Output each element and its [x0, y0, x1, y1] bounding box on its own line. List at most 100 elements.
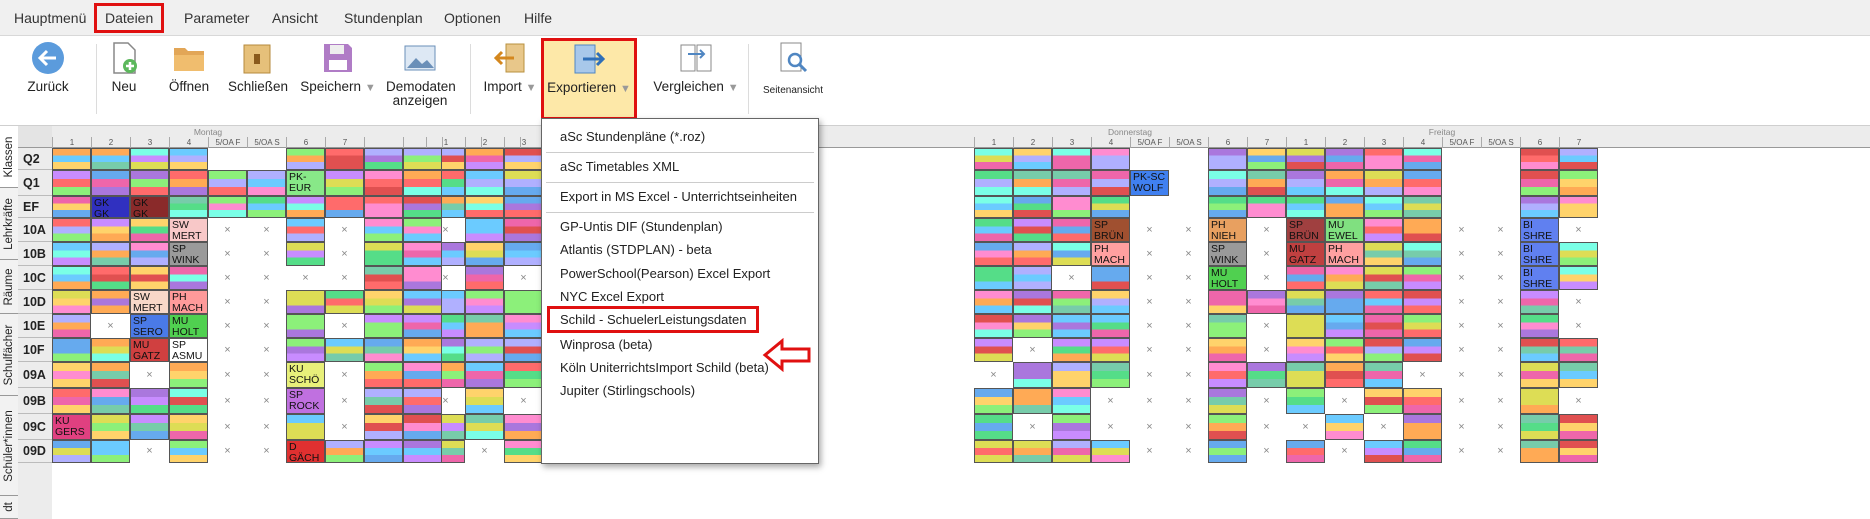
lesson-cell[interactable] — [974, 196, 1013, 218]
export-item-jupiter[interactable]: Jupiter (Stirlingschools) — [560, 383, 695, 398]
lesson-cell[interactable] — [1325, 414, 1364, 440]
lesson-cell[interactable] — [1208, 362, 1247, 388]
row-label-09c[interactable]: 09C — [18, 414, 52, 440]
lesson-cell[interactable] — [403, 414, 442, 440]
lesson-cell[interactable]: SP WINK — [1208, 242, 1247, 266]
lesson-cell[interactable] — [1091, 170, 1130, 196]
lesson-cell[interactable] — [403, 148, 442, 170]
lesson-cell[interactable] — [130, 388, 169, 414]
lesson-cell[interactable] — [325, 290, 364, 314]
menu-parameter[interactable]: Parameter — [178, 6, 255, 30]
export-item-roz[interactable]: aSc Stundenpläne (*.roz) — [560, 129, 705, 144]
lesson-cell[interactable] — [1013, 440, 1052, 463]
lesson-cell[interactable]: MU GATZ — [1286, 242, 1325, 266]
lesson-cell[interactable] — [364, 266, 403, 290]
lesson-cell[interactable] — [1247, 362, 1286, 388]
lesson-cell[interactable] — [974, 338, 1013, 362]
lesson-cell[interactable] — [1091, 314, 1130, 338]
tab-schulfaecher[interactable]: Schulfächer — [0, 314, 18, 396]
lesson-cell[interactable] — [1520, 362, 1559, 388]
lesson-cell[interactable] — [1364, 362, 1403, 388]
export-item-powerschool[interactable]: PowerSchool(Pearson) Excel Export — [560, 266, 770, 281]
row-label-10e[interactable]: 10E — [18, 314, 52, 338]
lesson-cell[interactable] — [325, 148, 364, 170]
lesson-cell[interactable] — [1403, 170, 1442, 196]
lesson-cell[interactable] — [52, 338, 91, 362]
tab-klassen[interactable]: Klassen — [0, 126, 18, 188]
lesson-cell[interactable] — [1247, 290, 1286, 314]
lesson-cell[interactable] — [1052, 338, 1091, 362]
lesson-cell[interactable] — [52, 290, 91, 314]
lesson-cell[interactable]: SP WINK — [169, 242, 208, 266]
lesson-cell[interactable] — [325, 440, 364, 463]
menu-dateien[interactable]: Dateien — [94, 3, 165, 33]
lesson-cell[interactable] — [1520, 148, 1559, 170]
lesson-cell[interactable] — [465, 218, 504, 242]
lesson-cell[interactable] — [974, 170, 1013, 196]
lesson-cell[interactable] — [1559, 148, 1598, 170]
row-label-10f[interactable]: 10F — [18, 338, 52, 362]
lesson-cell[interactable] — [1403, 266, 1442, 290]
lesson-cell[interactable] — [286, 414, 325, 440]
lesson-cell[interactable] — [504, 290, 543, 314]
tab-schueler[interactable]: Schüler*innen — [0, 396, 18, 496]
page-view-button[interactable]: Seitenansicht — [758, 40, 828, 118]
lesson-cell[interactable]: MU GATZ — [130, 338, 169, 362]
lesson-cell[interactable]: SW MERT — [130, 290, 169, 314]
lesson-cell[interactable] — [465, 266, 504, 290]
lesson-cell[interactable] — [91, 388, 130, 414]
lesson-cell[interactable] — [91, 266, 130, 290]
lesson-cell[interactable]: SP ROCK — [286, 388, 325, 414]
lesson-cell[interactable] — [1091, 266, 1130, 290]
lesson-cell[interactable]: SW MERT — [169, 218, 208, 242]
lesson-cell[interactable] — [465, 414, 504, 440]
lesson-cell[interactable] — [1403, 414, 1442, 440]
lesson-cell[interactable] — [130, 242, 169, 266]
row-label-10d[interactable]: 10D — [18, 290, 52, 314]
export-caret-icon[interactable]: ▼ — [620, 83, 631, 95]
lesson-cell[interactable] — [1052, 170, 1091, 196]
lesson-cell[interactable] — [286, 218, 325, 242]
lesson-cell[interactable] — [52, 196, 91, 218]
lesson-cell[interactable] — [1520, 338, 1559, 362]
demo-data-button[interactable]: Demodaten anzeigen — [386, 40, 456, 118]
lesson-cell[interactable] — [1520, 290, 1559, 314]
lesson-cell[interactable] — [91, 148, 130, 170]
lesson-cell[interactable] — [1325, 290, 1364, 314]
lesson-cell[interactable] — [1325, 362, 1364, 388]
export-item-nyc[interactable]: NYC Excel Export — [560, 289, 664, 304]
lesson-cell[interactable] — [1013, 362, 1052, 388]
lesson-cell[interactable] — [286, 196, 325, 218]
row-label-09a[interactable]: 09A — [18, 362, 52, 388]
lesson-cell[interactable] — [1403, 196, 1442, 218]
lesson-cell[interactable] — [1559, 170, 1598, 196]
lesson-cell[interactable] — [91, 414, 130, 440]
lesson-cell[interactable] — [1052, 414, 1091, 440]
tab-more[interactable]: dt — [0, 496, 18, 519]
lesson-cell[interactable] — [1364, 338, 1403, 362]
lesson-cell[interactable] — [1364, 242, 1403, 266]
lesson-cell[interactable] — [1286, 388, 1325, 414]
lesson-cell[interactable] — [403, 290, 442, 314]
close-button[interactable]: Schließen — [228, 40, 288, 118]
lesson-cell[interactable] — [1325, 266, 1364, 290]
lesson-cell[interactable] — [1247, 148, 1286, 170]
lesson-cell[interactable]: GK GK — [130, 196, 169, 218]
lesson-cell[interactable]: BI SHRE — [1520, 242, 1559, 266]
lesson-cell[interactable]: MU HOLT — [169, 314, 208, 338]
compare-caret-icon[interactable]: ▼ — [728, 82, 739, 94]
lesson-cell[interactable] — [91, 170, 130, 196]
compare-button[interactable]: Vergleichen ▼ — [650, 40, 742, 118]
lesson-cell[interactable] — [1559, 242, 1598, 266]
import-button[interactable]: Import ▼ — [480, 40, 540, 118]
lesson-cell[interactable] — [974, 148, 1013, 170]
lesson-cell[interactable]: MU HOLT — [1208, 266, 1247, 290]
lesson-cell[interactable] — [1364, 170, 1403, 196]
lesson-cell[interactable] — [325, 338, 364, 362]
lesson-cell[interactable] — [1208, 314, 1247, 338]
lesson-cell[interactable] — [1520, 170, 1559, 196]
lesson-cell[interactable] — [1364, 196, 1403, 218]
lesson-cell[interactable] — [465, 196, 504, 218]
lesson-cell[interactable] — [1013, 314, 1052, 338]
lesson-cell[interactable] — [1091, 362, 1130, 388]
